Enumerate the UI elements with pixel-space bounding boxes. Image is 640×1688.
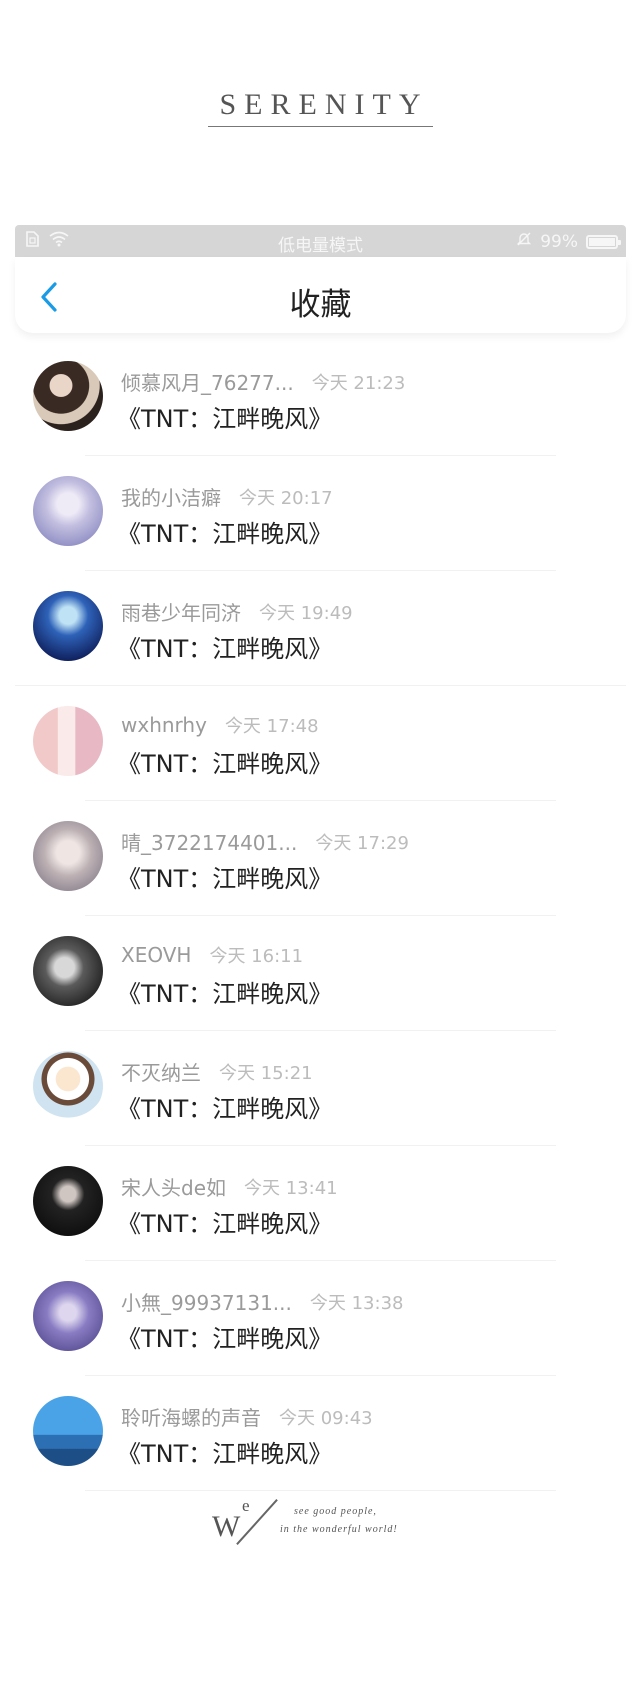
- avatar[interactable]: [33, 476, 103, 546]
- footer-w: W: [212, 1510, 241, 1543]
- work-title[interactable]: 《TNT：江畔晚风》: [117, 859, 332, 894]
- avatar[interactable]: [33, 1396, 103, 1466]
- timestamp: 今天 20:17: [239, 487, 333, 509]
- list-item[interactable]: 小無_99937131... 今天 13:38 《TNT：江畔晚风》: [15, 1261, 626, 1376]
- work-title[interactable]: 《TNT：江畔晚风》: [117, 1434, 332, 1469]
- list-item[interactable]: 晴_3722174401... 今天 17:29 《TNT：江畔晚风》: [15, 801, 626, 916]
- work-title[interactable]: 《TNT：江畔晚风》: [117, 1319, 332, 1354]
- status-bar: 低电量模式 99%: [15, 225, 626, 257]
- work-title[interactable]: 《TNT：江畔晚风》: [117, 514, 332, 549]
- timestamp: 今天 09:43: [279, 1407, 373, 1429]
- nav-bar: 收藏: [15, 257, 626, 333]
- footer-line-2: in the wonderful world!: [280, 1524, 398, 1535]
- timestamp: 今天 15:21: [219, 1062, 313, 1084]
- avatar[interactable]: [33, 706, 103, 776]
- footer-line-1: see good people,: [294, 1506, 377, 1517]
- user-name[interactable]: 聆听海螺的声音: [121, 1402, 261, 1431]
- user-name[interactable]: 我的小洁癖: [121, 482, 221, 511]
- timestamp: 今天 16:11: [209, 946, 304, 967]
- user-name[interactable]: wxhnrhy: [121, 713, 207, 737]
- avatar[interactable]: [33, 361, 103, 431]
- battery-percent: 99%: [540, 231, 578, 252]
- phone-screenshot: 低电量模式 99% 收藏 倾慕风月_76277... 今天 21:23 《TNT…: [15, 225, 626, 1491]
- avatar[interactable]: [33, 591, 103, 661]
- timestamp: 今天 17:48: [224, 716, 319, 737]
- list-item[interactable]: wxhnrhy 今天 17:48 《TNT：江畔晚风》: [15, 686, 626, 801]
- work-title[interactable]: 《TNT：江畔晚风》: [117, 1089, 332, 1124]
- timestamp: 今天 13:38: [309, 1292, 404, 1314]
- list-item[interactable]: 宋人头de如 今天 13:41 《TNT：江畔晚风》: [15, 1146, 626, 1261]
- work-title[interactable]: 《TNT：江畔晚风》: [117, 1204, 332, 1239]
- user-name[interactable]: 晴_3722174401...: [121, 827, 297, 856]
- timestamp: 今天 13:41: [244, 1177, 338, 1199]
- avatar[interactable]: [33, 1166, 103, 1236]
- status-right: 99%: [516, 231, 621, 252]
- timestamp: 今天 19:49: [259, 602, 353, 624]
- page-title: 收藏: [289, 287, 352, 323]
- bell-muted-icon: [516, 231, 532, 252]
- user-name[interactable]: 小無_99937131...: [121, 1287, 292, 1316]
- brand-title: SERENITY: [207, 88, 433, 127]
- list-item[interactable]: XEOVH 今天 16:11 《TNT：江畔晚风》: [15, 916, 626, 1031]
- timestamp: 今天 21:23: [311, 372, 406, 394]
- list-item[interactable]: 我的小洁癖 今天 20:17 《TNT：江畔晚风》: [15, 456, 626, 571]
- list-item[interactable]: 聆听海螺的声音 今天 09:43 《TNT：江畔晚风》: [15, 1376, 626, 1491]
- avatar[interactable]: [33, 1281, 103, 1351]
- user-name[interactable]: 不灭纳兰: [121, 1057, 201, 1086]
- work-title[interactable]: 《TNT：江畔晚风》: [117, 974, 332, 1009]
- avatar[interactable]: [33, 1051, 103, 1121]
- user-name[interactable]: 雨巷少年同济: [121, 597, 241, 626]
- list-item[interactable]: 雨巷少年同济 今天 19:49 《TNT：江畔晚风》: [15, 571, 626, 686]
- battery-icon: [586, 234, 621, 249]
- list-item[interactable]: 倾慕风月_76277... 今天 21:23 《TNT：江畔晚风》: [15, 341, 626, 456]
- favorites-list: 倾慕风月_76277... 今天 21:23 《TNT：江畔晚风》 我的小洁癖 …: [15, 341, 626, 1491]
- user-name[interactable]: 倾慕风月_76277...: [121, 367, 294, 396]
- avatar[interactable]: [33, 821, 103, 891]
- list-item[interactable]: 不灭纳兰 今天 15:21 《TNT：江畔晚风》: [15, 1031, 626, 1146]
- brand-header: SERENITY: [0, 88, 640, 127]
- work-title[interactable]: 《TNT：江畔晚风》: [117, 399, 332, 434]
- avatar[interactable]: [33, 936, 103, 1006]
- user-name[interactable]: 宋人头de如: [121, 1172, 226, 1201]
- work-title[interactable]: 《TNT：江畔晚风》: [117, 744, 332, 779]
- footer-e: e: [242, 1496, 250, 1515]
- footer-signature: W e see good people, in the wonderful wo…: [212, 1488, 432, 1558]
- user-name[interactable]: XEOVH: [121, 943, 191, 967]
- timestamp: 今天 17:29: [315, 832, 409, 854]
- work-title[interactable]: 《TNT：江畔晚风》: [117, 629, 332, 664]
